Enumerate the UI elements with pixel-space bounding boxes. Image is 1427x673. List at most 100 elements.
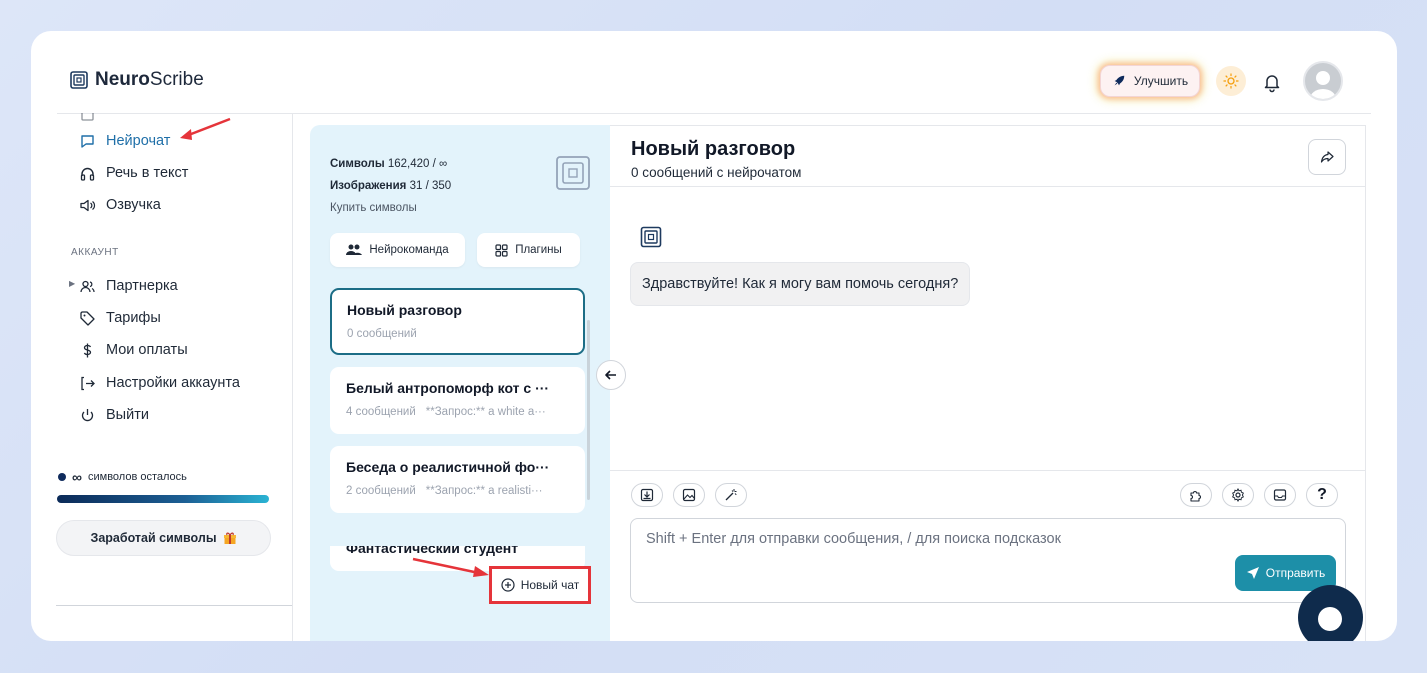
earn-symbols-label: Заработай символы — [90, 531, 217, 545]
chat-meta: 0 сообщений — [347, 328, 417, 340]
sidebar-item-neurochat[interactable]: Нейрочат — [79, 129, 170, 153]
send-icon — [1246, 567, 1259, 579]
sidebar-item-label: Озвучка — [106, 197, 161, 213]
sidebar-item-logout[interactable]: Выйти — [79, 403, 149, 427]
image-icon — [682, 488, 696, 502]
logo-text: NeuroScribe — [95, 69, 204, 90]
sidebar-item-partial[interactable] — [79, 113, 96, 125]
status-dot — [58, 473, 66, 481]
upgrade-button[interactable]: Улучшить — [1100, 65, 1200, 97]
buy-symbols-link[interactable]: Купить символы — [330, 197, 451, 219]
help-button[interactable]: ? — [1306, 483, 1338, 507]
inbox-button[interactable] — [1264, 483, 1296, 507]
chat-meta: 2 сообщений **Запрос:** a realisti··· — [346, 485, 543, 497]
download-box-icon — [640, 488, 654, 502]
sidebar-item-speech-to-text[interactable]: Речь в текст — [79, 161, 188, 185]
plugins-button[interactable]: Плагины — [477, 233, 580, 267]
chat-title: Фантастический студент — [346, 546, 519, 556]
infinity-symbol: ∞ — [72, 469, 82, 485]
chat-meta: 4 сообщений **Запрос:** a white a··· — [346, 406, 546, 418]
team-icon — [346, 244, 363, 255]
upgrade-label: Улучшить — [1133, 74, 1189, 88]
collapse-list-button[interactable] — [596, 360, 626, 390]
symbols-remaining-label: символов осталось — [87, 471, 187, 483]
symbols-progress-bar — [57, 495, 269, 503]
gear-icon — [1232, 488, 1244, 502]
new-chat-button[interactable]: Новый чат — [489, 566, 591, 604]
document-icon — [81, 113, 94, 121]
image-button[interactable] — [673, 483, 705, 507]
logo[interactable]: NeuroScribe — [69, 69, 204, 91]
chat-list-scrollbar[interactable] — [587, 320, 590, 500]
sidebar-divider — [292, 114, 293, 641]
sidebar-item-label: Речь в текст — [106, 165, 189, 181]
avatar[interactable] — [1303, 61, 1343, 101]
symbols-stat: Символы 162,420 / ∞ — [330, 158, 448, 170]
chat-title: Белый антропоморф кот с ··· — [346, 380, 550, 396]
account-section-label: АККАУНТ — [71, 247, 119, 258]
grid-icon — [495, 243, 508, 257]
sidebar-item-partners[interactable]: Партнерка — [79, 274, 178, 298]
share-icon — [1320, 151, 1334, 163]
composer-divider — [610, 470, 1365, 471]
bot-avatar-icon — [640, 226, 662, 248]
theme-toggle[interactable] — [1216, 66, 1246, 96]
conversation-title: Новый разговор — [631, 138, 796, 160]
chat-bubble-icon — [81, 134, 94, 148]
usage-stats: Символы 162,420 / ∞ Изображения 31 / 350… — [330, 153, 451, 219]
earn-symbols-button[interactable]: Заработай символы — [56, 520, 271, 556]
headphones-icon — [80, 167, 95, 181]
sidebar-item-tariffs[interactable]: Тарифы — [79, 306, 161, 330]
chat-list-item[interactable]: Белый антропоморф кот с ··· 4 сообщений *… — [330, 367, 585, 434]
app-window: NeuroScribe Улучшить Нейрочат Речь в тек… — [31, 31, 1397, 641]
conversation-subtitle: 0 сообщений с нейрочатом — [631, 165, 802, 180]
chat-title: Новый разговор — [347, 302, 462, 318]
plugin-button[interactable] — [1180, 483, 1212, 507]
sun-icon — [1223, 73, 1239, 89]
power-icon — [81, 408, 94, 421]
settings-button[interactable] — [1222, 483, 1254, 507]
bell-icon[interactable] — [1261, 71, 1283, 93]
caret-right-icon[interactable]: ▶ — [69, 279, 75, 288]
chat-list-item[interactable]: Новый разговор 0 сообщений — [330, 288, 585, 355]
users-icon — [80, 280, 95, 292]
tag-icon — [80, 310, 95, 326]
sidebar-item-label: Мои оплаты — [106, 342, 188, 358]
dollar-icon — [83, 343, 92, 357]
arrow-left-icon — [605, 370, 616, 380]
speaker-icon — [80, 199, 96, 211]
support-chat-button[interactable] — [1298, 585, 1363, 641]
sidebar-item-account-settings[interactable]: Настройки аккаунта — [79, 371, 240, 395]
bot-message: Здравствуйте! Как я могу вам помочь сего… — [630, 262, 971, 306]
sidebar-item-label: Нейрочат — [106, 133, 171, 149]
chat-title: Беседа о реалистичной фо··· — [346, 459, 550, 475]
logo-icon — [70, 71, 88, 89]
sidebar-item-label: Партнерка — [106, 278, 178, 294]
images-stat: Изображения 31 / 350 — [330, 180, 452, 192]
share-button[interactable] — [1308, 139, 1346, 175]
sidebar-item-payments[interactable]: Мои оплаты — [79, 338, 188, 362]
chat-main: Новый разговор 0 сообщений с нейрочатом … — [610, 125, 1366, 641]
annotation-arrow-icon — [412, 557, 489, 577]
neuroteam-button[interactable]: Нейрокоманда — [330, 233, 465, 267]
puzzle-icon — [1190, 491, 1201, 502]
plus-circle-icon — [501, 578, 515, 592]
inbox-icon — [1273, 489, 1287, 501]
main-header-divider — [610, 186, 1365, 187]
header-divider — [57, 113, 1371, 114]
user-avatar-icon — [1310, 71, 1336, 99]
brand-mark-icon — [556, 156, 590, 190]
rocket-icon — [1114, 75, 1125, 86]
sidebar-item-label: Настройки аккаунта — [106, 375, 240, 391]
neuroteam-label: Нейрокоманда — [369, 244, 449, 256]
magic-wand-button[interactable] — [715, 483, 747, 507]
plugins-label: Плагины — [515, 244, 562, 256]
chat-list-item[interactable]: Беседа о реалистичной фо··· 2 сообщений *… — [330, 446, 585, 513]
magic-wand-icon — [725, 489, 737, 501]
upload-button[interactable] — [631, 483, 663, 507]
sidebar-item-label: Тарифы — [106, 310, 161, 326]
new-chat-label: Новый чат — [520, 578, 580, 592]
sidebar-item-voiceover[interactable]: Озвучка — [79, 193, 161, 217]
sidebar-item-label: Выйти — [106, 407, 149, 423]
send-label: Отправить — [1265, 566, 1326, 580]
